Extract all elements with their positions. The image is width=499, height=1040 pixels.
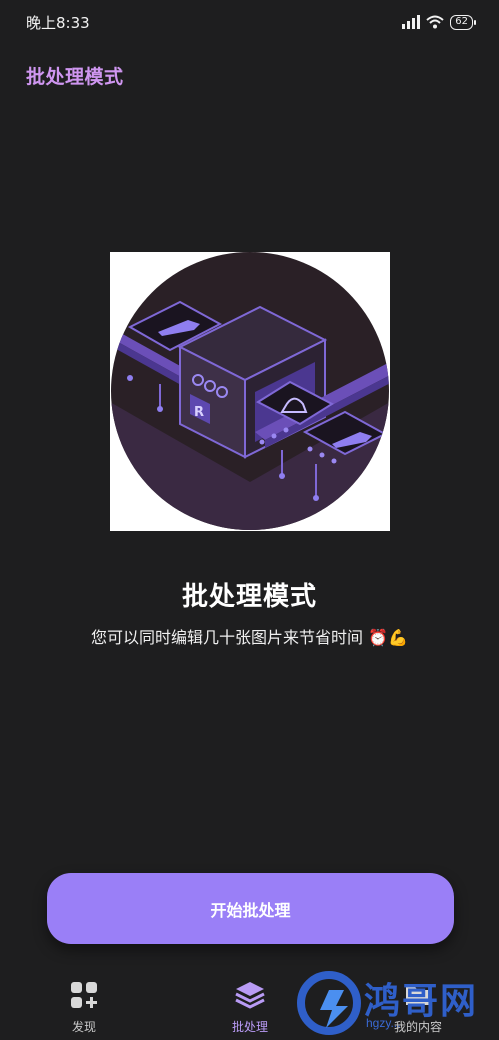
status-bar: 晚上8:33 62 (0, 0, 499, 44)
layers-icon (235, 982, 265, 1009)
batch-illustration: R (110, 252, 390, 531)
status-icons: 62 (402, 14, 476, 30)
page-title: 批处理模式 (26, 66, 124, 88)
hero-title: 批处理模式 (181, 582, 317, 612)
bottom-nav: 发现 批处理 我的内容 (0, 968, 499, 1040)
nav-label-batch: 批处理 (231, 1020, 268, 1034)
folder-icon (406, 987, 430, 1005)
wifi-icon (426, 15, 444, 29)
nav-label-discover: 发现 (71, 1020, 96, 1034)
nav-item-discover[interactable]: 发现 (34, 980, 134, 1035)
hero-subtitle: 您可以同时编辑几十张图片来节省时间 ⏰💪 (91, 628, 408, 647)
nav-label-my-content: 我的内容 (393, 1020, 442, 1034)
signal-icon (402, 15, 421, 29)
status-time: 晚上8:33 (26, 13, 90, 32)
start-batch-button[interactable]: 开始批处理 (47, 873, 454, 944)
grid-plus-icon (71, 982, 97, 1008)
svg-text:R: R (194, 405, 204, 420)
battery-indicator: 62 (450, 14, 476, 30)
nav-item-batch[interactable]: 批处理 (200, 980, 300, 1035)
nav-item-my-content[interactable]: 我的内容 (368, 980, 468, 1035)
